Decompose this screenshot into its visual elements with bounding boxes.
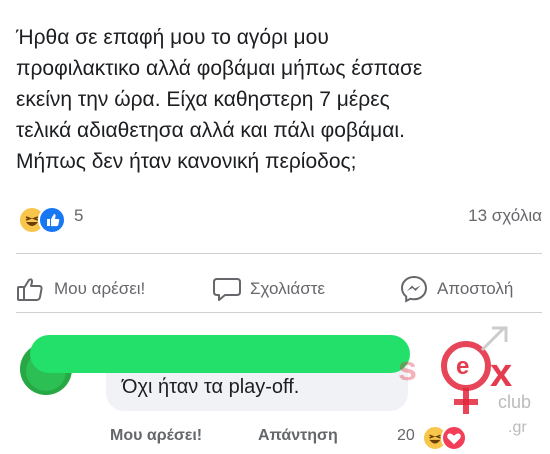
post-line: προφιλακτικο αλλά φοβάμαι μήπως έσπασε <box>16 57 423 80</box>
messenger-icon <box>399 274 429 304</box>
svg-text:x: x <box>490 351 512 395</box>
reaction-icons[interactable] <box>16 204 70 234</box>
like-icon <box>38 206 66 234</box>
redaction-mark <box>250 345 400 369</box>
like-label: Μου αρέσει! <box>54 279 146 298</box>
post-actions: Μου αρέσει! Σχολιάστε Αποστολή <box>0 272 550 308</box>
divider <box>16 253 542 254</box>
thumbs-up-icon <box>16 275 46 303</box>
svg-text:.gr: .gr <box>508 419 527 436</box>
reactions-summary[interactable]: 5 13 σχόλια <box>16 204 542 234</box>
send-button[interactable]: Αποστολή <box>399 272 513 306</box>
reaction-count[interactable]: 5 <box>74 206 83 226</box>
post-text: Ήρθα σε επαφή μου το αγόρι μου προφιλακτ… <box>16 22 536 177</box>
post-line: Ήρθα σε επαφή μου το αγόρι μου <box>16 26 329 49</box>
comment-text: Όχι ήταν τα play-off. <box>122 376 300 398</box>
svg-text:s: s <box>398 350 417 388</box>
comment-bubble-icon <box>212 275 242 303</box>
like-button[interactable]: Μου αρέσει! <box>16 272 145 306</box>
watermark-logo: s e x club .gr <box>396 322 546 448</box>
comment-label: Σχολιάστε <box>250 279 325 298</box>
svg-text:club: club <box>498 392 531 412</box>
divider <box>16 312 542 313</box>
send-label: Αποστολή <box>437 279 514 298</box>
comment-reply-button[interactable]: Απάντηση <box>258 427 338 445</box>
post-line: τελικά αδιαθετησα αλλά και πάλι φοβάμαι. <box>16 119 405 142</box>
comment-count[interactable]: 13 σχόλια <box>468 206 542 226</box>
comment-button[interactable]: Σχολιάστε <box>212 272 325 306</box>
post-line: εκείνη την ώρα. Είχα καθηστερη 7 μέρες <box>16 88 390 111</box>
svg-text:e: e <box>456 353 469 380</box>
post-line: Μήπως δεν ήταν κανονική περίοδος; <box>16 150 357 173</box>
comment-like-button[interactable]: Μου αρέσει! <box>110 427 202 445</box>
